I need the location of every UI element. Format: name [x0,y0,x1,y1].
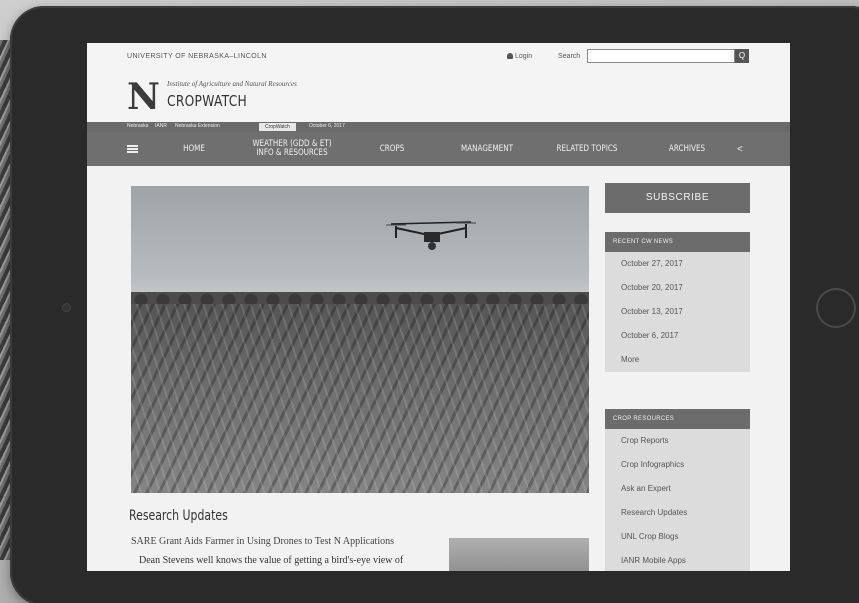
breadcrumb-item[interactable]: Nebraska Extension [175,123,220,129]
nav-home[interactable]: HOME [174,132,214,166]
nav-management[interactable]: MANAGEMENT [455,132,519,166]
resource-item[interactable]: Crop Reports [605,429,750,453]
breadcrumb-item[interactable]: IANR [155,123,167,129]
user-icon [507,53,513,59]
panel-heading: CROP RESOURCES [605,409,750,429]
breadcrumb-item[interactable]: Nebraska [127,123,148,129]
recent-news-item[interactable]: October 27, 2017 [605,252,750,276]
crop-resources-panel: CROP RESOURCES Crop Reports Crop Infogra… [605,409,750,571]
resource-item[interactable]: Research Updates [605,501,750,525]
recent-news-item[interactable]: October 13, 2017 [605,300,750,324]
cornfield [131,304,589,493]
nav-weather[interactable]: WEATHER (GDD & ET) INFO & RESOURCES [248,132,336,166]
home-button[interactable] [816,288,856,328]
nav-crops[interactable]: CROPS [372,132,412,166]
breadcrumb-item[interactable]: CropWatch [259,123,296,131]
search-label: Search [558,53,581,60]
search-input[interactable] [587,49,735,63]
article-title-link[interactable]: SARE Grant Aids Farmer in Using Drones t… [131,536,394,547]
login-label: Login [515,53,533,60]
nav-related-topics[interactable]: RELATED TOPICS [551,132,623,166]
institute-name: Institute of Agriculture and Natural Res… [167,80,297,88]
resource-item[interactable]: Ask an Expert [605,477,750,501]
subscribe-button[interactable]: SUBSCRIBE [605,183,750,213]
photo-scene: UNIVERSITY OF NEBRASKA–LINCOLN Login Sea… [0,0,859,603]
article-thumbnail[interactable] [449,538,589,571]
hamburger-icon[interactable] [127,145,138,153]
resource-item[interactable]: IANR Mobile Apps [605,549,750,571]
university-link[interactable]: UNIVERSITY OF NEBRASKA–LINCOLN [127,53,267,60]
site-header: UNIVERSITY OF NEBRASKA–LINCOLN Login Sea… [87,43,790,121]
recent-news-item[interactable]: October 20, 2017 [605,276,750,300]
search-icon[interactable]: Q [735,49,749,63]
share-icon[interactable]: < [737,144,743,155]
article-excerpt: Dean Stevens well knows the value of get… [139,555,404,566]
main-nav: HOME WEATHER (GDD & ET) INFO & RESOURCES… [87,132,790,166]
unl-logo[interactable]: N [127,79,160,115]
panel-heading: RECENT CW NEWS [605,232,750,252]
recent-news-item[interactable]: October 6, 2017 [605,324,750,348]
resource-item[interactable]: UNL Crop Blogs [605,525,750,549]
login-link[interactable]: Login [507,53,532,60]
recent-news-panel: RECENT CW NEWS October 27, 2017 October … [605,232,750,372]
recent-news-more[interactable]: More [605,348,750,372]
resource-item[interactable]: Crop Infographics [605,453,750,477]
tablet-screen: UNIVERSITY OF NEBRASKA–LINCOLN Login Sea… [87,43,790,571]
breadcrumb-item-current: October 6, 2017 [309,123,345,129]
drone-icon [386,221,476,250]
breadcrumb: Nebraska IANR Nebraska Extension CropWat… [87,122,790,132]
camera-icon [62,303,71,312]
nav-archives[interactable]: ARCHIVES [659,132,715,166]
section-title[interactable]: Research Updates [129,508,228,524]
site-title[interactable]: CROPWATCH [167,92,247,110]
hero-image[interactable] [131,186,589,493]
